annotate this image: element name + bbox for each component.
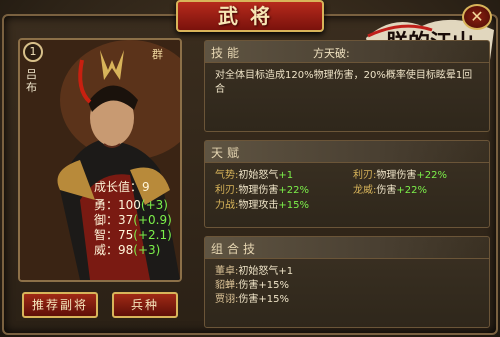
skill-section: 技能 方天破: 对全体目标造成120%物理伤害，20%概率使目标眩晕1回合	[204, 40, 490, 132]
title-banner: 武将	[176, 0, 324, 32]
hero-name: 吕布	[26, 68, 37, 94]
troops-button[interactable]: 兵种	[112, 292, 178, 318]
recommend-deputy-button[interactable]: 推荐副将	[22, 292, 98, 318]
talent-section-title: 天赋	[211, 146, 244, 160]
talent-item: 利刃:物理伤害+22%	[353, 170, 447, 181]
stat-row: 智：75(+2.1)	[94, 228, 172, 242]
combo-section: 组合技 董卓:初始怒气+1 貂蝉:伤害+15% 贾诩:伤害+15%	[204, 236, 490, 328]
window-title: 武将	[218, 4, 282, 28]
combo-list: 董卓:初始怒气+1 貂蝉:伤害+15% 贾诩:伤害+15%	[205, 259, 489, 313]
talent-section: 天赋 气势:初始怒气+1 利刃:物理伤害+22% 利刃:物理伤害+22% 龙威:…	[204, 140, 490, 228]
growth-value: 成长值：9	[94, 180, 150, 194]
talent-item: 气势:初始怒气+1	[215, 170, 294, 181]
close-button[interactable]: ✕	[462, 4, 492, 30]
talent-item: 龙威:伤害+22%	[353, 185, 427, 196]
combo-item: 贾诩:伤害+15%	[215, 294, 289, 305]
combo-item: 董卓:初始怒气+1	[215, 266, 294, 277]
talent-item: 利刃:物理伤害+22%	[215, 185, 309, 196]
talent-item: 力战:物理攻击+15%	[215, 200, 309, 211]
skill-name: 方天破:	[313, 47, 350, 60]
talent-header: 天赋	[205, 141, 489, 163]
stat-row: 勇：100(+3)	[94, 198, 168, 212]
combo-item: 貂蝉:伤害+15%	[215, 280, 289, 291]
skill-section-title: 技能	[211, 46, 244, 60]
faction-label: 群	[152, 48, 163, 61]
close-icon: ✕	[470, 7, 484, 26]
hero-stats: 成长值：9 勇：100(+3) 御：37(+0.9) 智：75(+2.1) 威：…	[94, 180, 180, 258]
talent-list: 气势:初始怒气+1 利刃:物理伤害+22% 利刃:物理伤害+22% 龙威:伤害+…	[205, 163, 489, 219]
skill-header: 技能 方天破:	[205, 41, 489, 63]
stat-row: 威：98(+3)	[94, 243, 161, 257]
combo-header: 组合技	[205, 237, 489, 259]
stat-row: 御：37(+0.9)	[94, 213, 172, 227]
hero-detail-screen: 武将 朕的江山 ✕ 1 群 吕布 成长值：9 勇：100(+3) 御：37(+0…	[0, 0, 500, 337]
skill-description: 对全体目标造成120%物理伤害，20%概率使目标眩晕1回合	[215, 70, 473, 95]
combo-section-title: 组合技	[211, 242, 260, 256]
level-badge: 1	[23, 42, 43, 62]
